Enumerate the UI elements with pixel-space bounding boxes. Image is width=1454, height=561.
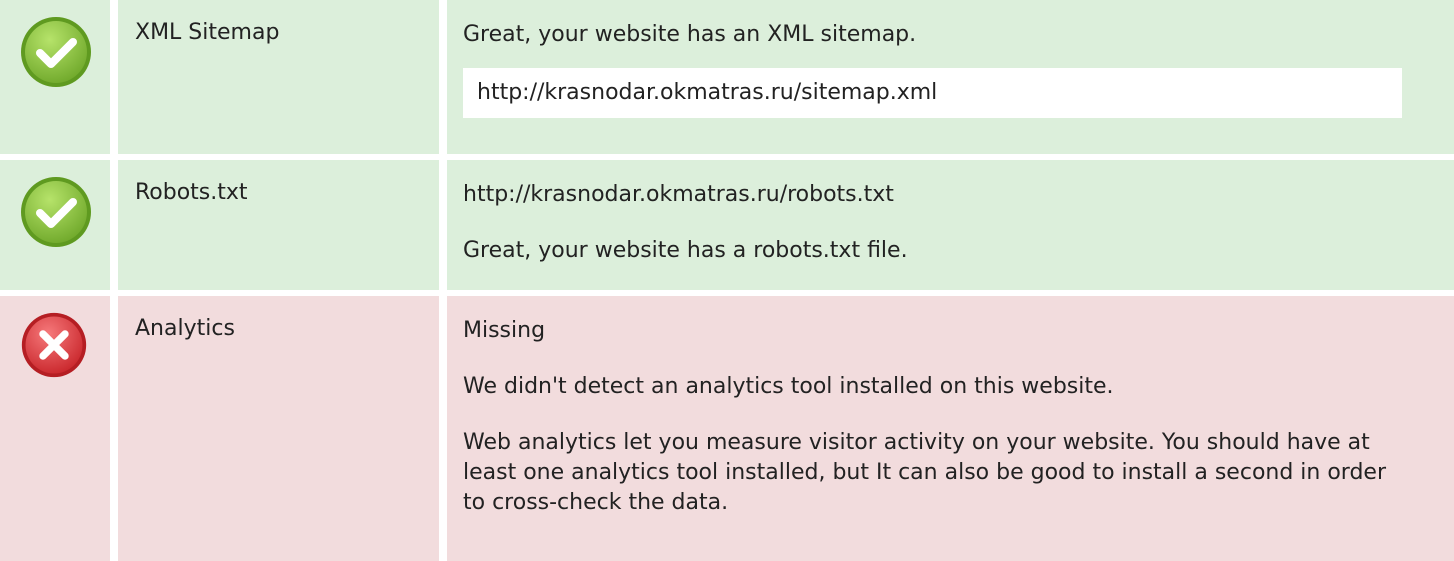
check-details: Great, your website has an XML sitemap. … <box>447 0 1454 154</box>
seo-report-table: XML Sitemap Great, your website has an X… <box>0 0 1454 561</box>
result-text: Great, your website has a robots.txt fil… <box>463 238 908 263</box>
check-icon <box>19 15 93 89</box>
result-status: Missing <box>463 318 546 343</box>
status-cell <box>0 296 110 561</box>
check-details: http://krasnodar.okmatras.ru/robots.txt … <box>447 160 1454 290</box>
check-name: Robots.txt <box>118 160 439 290</box>
check-name: XML Sitemap <box>118 0 439 154</box>
report-row-robots: Robots.txt http://krasnodar.okmatras.ru/… <box>0 160 1454 290</box>
status-cell <box>0 0 110 154</box>
result-text: Great, your website has an XML sitemap. <box>463 22 917 47</box>
result-text: We didn't detect an analytics tool insta… <box>463 374 1114 399</box>
recommendation-text: Web analytics let you measure visitor ac… <box>463 430 1387 515</box>
robots-url: http://krasnodar.okmatras.ru/robots.txt <box>463 182 894 207</box>
status-cell <box>0 160 110 290</box>
check-icon <box>19 175 93 249</box>
sitemap-url-box: http://krasnodar.okmatras.ru/sitemap.xml <box>463 68 1402 118</box>
report-row-xml-sitemap: XML Sitemap Great, your website has an X… <box>0 0 1454 154</box>
report-row-analytics: Analytics Missing We didn't detect an an… <box>0 296 1454 561</box>
check-name: Analytics <box>118 296 439 561</box>
check-details: Missing We didn't detect an analytics to… <box>447 296 1454 561</box>
cross-icon <box>20 311 94 385</box>
